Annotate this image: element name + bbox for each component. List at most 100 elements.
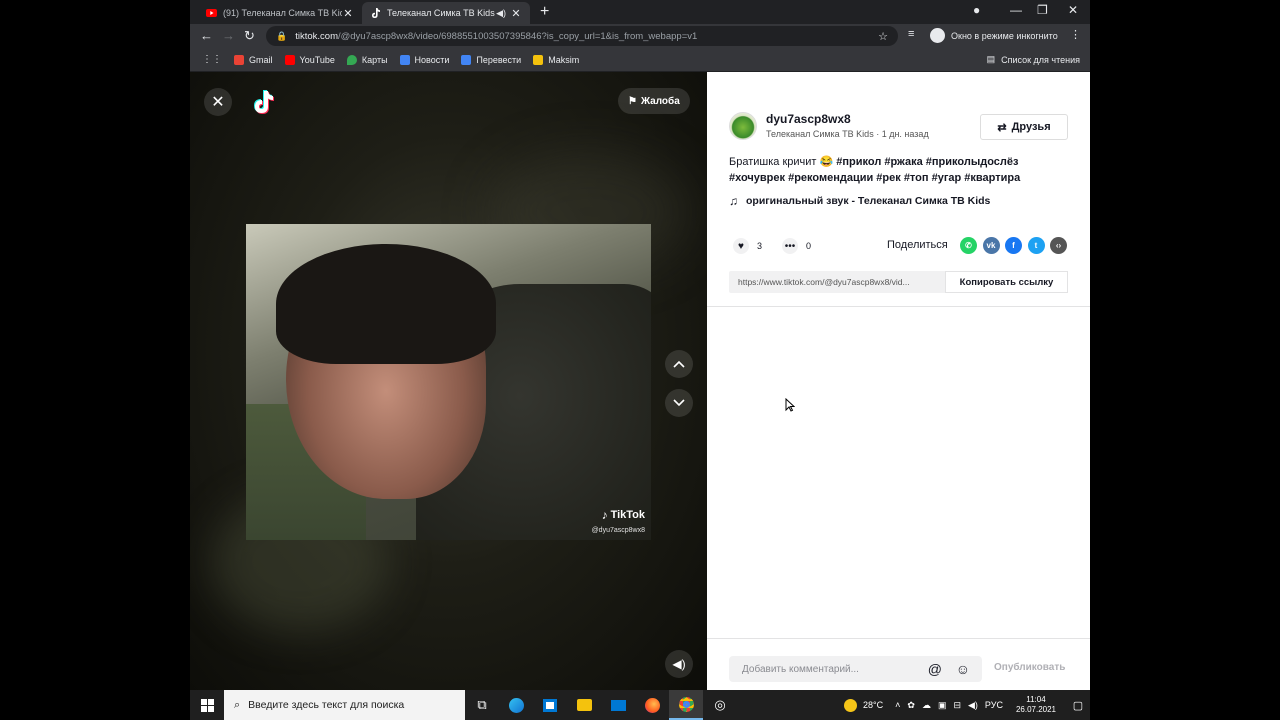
task-view-icon[interactable]: ⧉ [465,690,499,720]
vk-icon[interactable]: vk [982,237,1000,254]
friends-button[interactable]: ⇄ Друзья [980,114,1068,140]
clock[interactable]: 11:04 26.07.2021 [1016,695,1056,715]
next-video-button[interactable] [665,389,693,417]
report-button[interactable]: ⚑ Жалоба [618,88,690,114]
avatar[interactable] [729,112,757,140]
bookmark-youtube[interactable]: YouTube [284,54,335,65]
like-count: 3 [757,241,763,251]
new-tab-button[interactable]: + [540,3,549,21]
reading-list-label: Список для чтения [1001,54,1080,65]
comment-icon[interactable]: ••• [782,238,799,254]
share-label: Поделиться [887,239,948,251]
post-details-panel: dyu7ascp8wx8 Телеканал Симка ТВ Kids · 1… [707,72,1090,690]
address-bar[interactable]: 🔒 tiktok.com /@dyu7ascp8wx8/video/698855… [266,26,898,46]
bookmark-translate[interactable]: Перевести [461,54,522,65]
facebook-icon[interactable]: f [1005,237,1022,254]
language-indicator[interactable]: РУС [985,700,1003,710]
notifications-icon[interactable]: ▢ [1066,699,1090,712]
volume-icon: ◀) [672,657,686,671]
author-subline: Телеканал Симка ТВ Kids · 1 дн. назад [766,129,929,139]
edge-icon[interactable] [499,690,533,720]
minimize-button[interactable]: — [1010,3,1022,17]
publish-button[interactable]: Опубликовать [994,662,1065,673]
search-placeholder: Введите здесь текст для поиска [248,699,405,711]
store-icon[interactable] [533,690,567,720]
weather-widget[interactable]: 28°C [844,698,883,712]
twitter-icon[interactable]: t [1027,237,1045,254]
nvidia-icon[interactable]: ▣ [938,700,947,711]
explorer-icon[interactable] [567,690,601,720]
watermark-brand: TikTok [610,509,645,521]
volume-tray-icon[interactable]: ◀) [968,700,978,711]
friends-label: Друзья [1011,121,1051,133]
bookmark-star-icon[interactable]: ☆ [878,30,888,43]
watermark-user: @dyu7ascp8wx8 [591,527,645,534]
video-player[interactable]: ♪ TikTok @dyu7ascp8wx8 [246,224,651,540]
browser-toolbar: ← → ↻ 🔒 tiktok.com /@dyu7ascp8wx8/video/… [190,24,1090,48]
bookmark-apps[interactable]: ⋮⋮ [202,54,222,65]
caption-text: Братишка кричит 😂 [729,156,834,168]
share-link-url[interactable]: https://www.tiktok.com/@dyu7ascp8wx8/vid… [729,277,945,287]
flag-icon: ⚑ [628,95,637,107]
music-link[interactable]: ♫ оригинальный звук - Телеканал Симка ТВ… [729,194,990,208]
taskbar-search[interactable]: ⌕ Введите здесь текст для поиска [224,690,465,720]
back-button[interactable]: ← [200,28,213,43]
tab-close-icon[interactable]: ✕ [510,7,522,20]
mail-icon[interactable] [601,690,635,720]
bookmark-folder-maksim[interactable]: Maksim [533,54,579,65]
username[interactable]: dyu7ascp8wx8 [766,112,851,126]
reload-button[interactable]: ↻ [244,28,255,44]
time-ago: 1 дн. назад [881,129,929,139]
mention-icon[interactable]: @ [928,661,942,677]
obs-icon[interactable]: ◎ [703,690,737,720]
bookmark-label: Новости [414,54,450,65]
windows-taskbar: ⌕ Введите здесь текст для поиска ⧉ ◎ 28°… [190,690,1090,720]
close-window-button[interactable]: ✕ [1068,3,1078,17]
tiktok-logo-icon[interactable] [250,88,276,116]
copy-link-button[interactable]: Копировать ссылку [945,271,1068,293]
previous-video-button[interactable] [665,350,693,378]
tray-app-icon[interactable]: ✿ [907,700,915,711]
hashtags-line-1[interactable]: #прикол #ржака #приколыдослёз [836,156,1018,168]
menu-icon[interactable]: ⋮ [1070,28,1081,41]
hashtags-line-2[interactable]: #хочуврек #рекомендации #рек #топ #угар … [729,172,1020,184]
start-button[interactable] [190,690,224,720]
post-caption: Братишка кричит 😂 #прикол #ржака #прикол… [729,154,1074,186]
tab-title: (91) Телеканал Симка ТВ Kids (Si [223,8,342,18]
comment-placeholder: Добавить комментарий... [742,663,859,675]
bookmark-gmail[interactable]: Gmail [234,54,273,65]
network-icon[interactable]: ⊟ [953,700,961,711]
chrome-icon[interactable] [669,690,703,720]
reading-list-icon: ▤ [986,54,996,64]
tray-chevron-up-icon[interactable]: ˄ [895,700,900,710]
post-stats: ♥ 3 ••• 0 [733,238,811,254]
volume-button[interactable]: ◀) [665,650,693,678]
speaker-icon[interactable]: ◀) [496,8,506,19]
forward-button[interactable]: → [222,28,235,43]
tab-youtube[interactable]: (91) Телеканал Симка ТВ Kids (Si ✕ [198,2,362,24]
emoji-icon[interactable]: ☺ [956,661,970,677]
tab-tiktok[interactable]: Телеканал Симка ТВ Kids (@ ◀) ✕ [362,2,530,24]
media-control-icon[interactable]: ● [973,3,980,17]
chevron-down-icon [673,399,685,407]
apps-grid-icon: ⋮⋮ [202,54,222,65]
search-icon: ⌕ [234,698,241,711]
like-heart-icon[interactable]: ♥ [733,238,749,254]
bookmark-news[interactable]: Новости [399,54,450,65]
firefox-icon[interactable] [635,690,669,720]
bookmark-maps[interactable]: Карты [346,54,388,65]
tab-close-icon[interactable]: ✕ [342,7,354,20]
reading-list-button[interactable]: ▤ Список для чтения [987,54,1080,65]
maximize-button[interactable]: ❐ [1037,3,1048,17]
embed-code-icon[interactable]: ‹› [1050,237,1067,254]
maps-pin-icon [346,54,357,65]
cloud-icon[interactable]: ☁ [922,700,931,711]
media-queue-icon[interactable]: ≡ [908,28,914,40]
whatsapp-icon[interactable]: ✆ [960,237,977,254]
incognito-indicator[interactable]: Окно в режиме инкогнито [930,28,1058,43]
url-path: /@dyu7ascp8wx8/video/6988551003507395846… [337,30,698,42]
bookmark-label: Перевести [476,54,522,65]
comment-input[interactable]: Добавить комментарий... @ ☺ [729,656,982,682]
close-video-button[interactable]: ✕ [204,88,232,116]
share-icons: ✆ vk f t ‹› [960,237,1073,254]
